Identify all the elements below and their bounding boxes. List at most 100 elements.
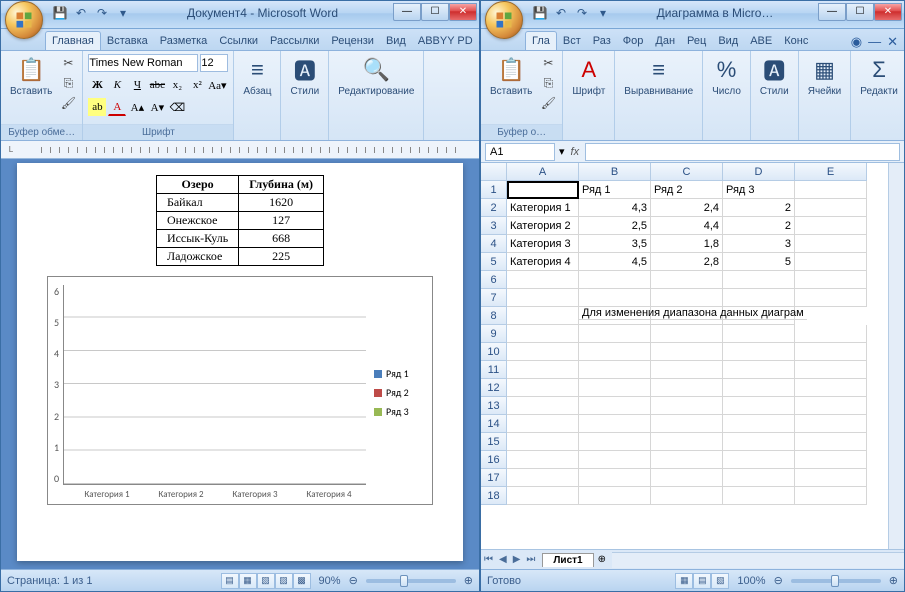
cell[interactable] [795, 289, 867, 307]
cell[interactable] [723, 271, 795, 289]
cell[interactable] [795, 433, 867, 451]
cell[interactable] [795, 343, 867, 361]
cell[interactable]: 4,4 [651, 217, 723, 235]
cell[interactable] [507, 397, 579, 415]
tab-home[interactable]: Гла [525, 31, 557, 50]
select-all-corner[interactable] [481, 163, 507, 181]
paste-button[interactable]: 📋 Вставить [6, 54, 56, 99]
close-button[interactable]: ✕ [449, 3, 477, 21]
view-buttons[interactable]: ▦▤▧ [675, 573, 729, 589]
tab-mailings[interactable]: Рассылки [264, 32, 325, 50]
tab-view[interactable]: Вид [380, 32, 412, 50]
col-header-d[interactable]: D [723, 163, 795, 181]
row-header[interactable]: 8 [481, 307, 507, 325]
office-button[interactable] [5, 1, 43, 39]
mdi-min-icon[interactable]: — [868, 34, 881, 50]
cell[interactable] [579, 451, 651, 469]
new-sheet-icon[interactable]: ⊕ [598, 554, 606, 565]
row-header[interactable]: 6 [481, 271, 507, 289]
copy-icon[interactable]: ⎘ [59, 74, 77, 92]
formula-input[interactable] [585, 143, 900, 161]
row-header[interactable]: 17 [481, 469, 507, 487]
office-button[interactable] [485, 1, 523, 39]
clear-format-button[interactable]: ⌫ [168, 98, 186, 116]
zoom-in-button[interactable]: ⊕ [464, 574, 473, 587]
redo-icon[interactable]: ↷ [93, 4, 111, 22]
cell[interactable] [507, 271, 579, 289]
cell[interactable] [723, 379, 795, 397]
cell[interactable]: 2 [723, 199, 795, 217]
cell[interactable] [651, 469, 723, 487]
cell[interactable] [507, 379, 579, 397]
font-color-button[interactable]: A [108, 98, 126, 116]
cell[interactable] [723, 289, 795, 307]
row-header[interactable]: 2 [481, 199, 507, 217]
cell[interactable] [795, 181, 867, 199]
cell[interactable] [579, 325, 651, 343]
tab-references[interactable]: Ссылки [213, 32, 264, 50]
cell[interactable] [651, 397, 723, 415]
cell[interactable] [651, 271, 723, 289]
cell[interactable]: Категория 1 [507, 199, 579, 217]
styles-button[interactable]: 🅰Стили [756, 54, 793, 99]
zoom-out-button[interactable]: ⊖ [349, 574, 358, 587]
cell[interactable] [579, 469, 651, 487]
save-icon[interactable]: 💾 [531, 4, 549, 22]
change-case-button[interactable]: Aa▾ [208, 76, 226, 94]
format-painter-icon[interactable]: 🖌 [539, 94, 557, 112]
cell[interactable] [795, 217, 867, 235]
col-header-c[interactable]: C [651, 163, 723, 181]
cell[interactable]: Категория 3 [507, 235, 579, 253]
close-button[interactable]: ✕ [874, 3, 902, 21]
cell[interactable] [507, 343, 579, 361]
row-header[interactable]: 18 [481, 487, 507, 505]
tab-abbyy[interactable]: ABE [744, 32, 778, 50]
embedded-chart[interactable]: 0123456 Категория 1Категория 2Категория … [47, 276, 433, 505]
cell[interactable] [723, 361, 795, 379]
cell[interactable] [795, 361, 867, 379]
maximize-button[interactable]: ☐ [846, 3, 874, 21]
tab-home[interactable]: Главная [45, 31, 101, 50]
col-header-e[interactable]: E [795, 163, 867, 181]
cell[interactable]: Ряд 3 [723, 181, 795, 199]
cell[interactable] [507, 487, 579, 505]
cell[interactable] [651, 487, 723, 505]
cell[interactable]: Категория 2 [507, 217, 579, 235]
cell[interactable] [507, 433, 579, 451]
tab-formulas[interactable]: Фор [617, 32, 650, 50]
cell[interactable]: 4,3 [579, 199, 651, 217]
superscript-button[interactable]: x² [188, 76, 206, 94]
horizontal-scrollbar[interactable] [612, 552, 904, 568]
cell[interactable] [651, 415, 723, 433]
cell[interactable] [795, 451, 867, 469]
tab-review[interactable]: Рец [681, 32, 712, 50]
cell[interactable]: 2 [723, 217, 795, 235]
sheet-tab[interactable]: Лист1 [542, 553, 593, 567]
cell[interactable] [507, 469, 579, 487]
sheet-nav[interactable]: ⏮◀▶⏭ [481, 554, 538, 565]
tab-insert[interactable]: Вставка [101, 32, 154, 50]
cell[interactable] [579, 361, 651, 379]
cell[interactable]: 2,4 [651, 199, 723, 217]
row-header[interactable]: 11 [481, 361, 507, 379]
undo-icon[interactable]: ↶ [72, 4, 90, 22]
cell[interactable] [795, 487, 867, 505]
strikethrough-button[interactable]: abc [148, 76, 166, 94]
qat-dropdown-icon[interactable]: ▾ [114, 4, 132, 22]
horizontal-ruler[interactable]: L [1, 141, 479, 159]
cell[interactable]: Категория 4 [507, 253, 579, 271]
qat-dropdown-icon[interactable]: ▾ [594, 4, 612, 22]
col-header-a[interactable]: A [507, 163, 579, 181]
cell[interactable] [579, 397, 651, 415]
redo-icon[interactable]: ↷ [573, 4, 591, 22]
cells-button[interactable]: ▦Ячейки [804, 54, 846, 99]
cut-icon[interactable]: ✂ [59, 54, 77, 72]
cell[interactable] [507, 307, 579, 325]
maximize-button[interactable]: ☐ [421, 3, 449, 21]
help-icon[interactable]: ◉ [851, 34, 862, 50]
editing-button[interactable]: 🔍Редактирование [334, 54, 418, 99]
editing-button[interactable]: ΣРедакти [856, 54, 902, 99]
styles-button[interactable]: 🅰Стили [286, 54, 323, 99]
highlight-button[interactable]: ab [88, 98, 106, 116]
row-header[interactable]: 3 [481, 217, 507, 235]
